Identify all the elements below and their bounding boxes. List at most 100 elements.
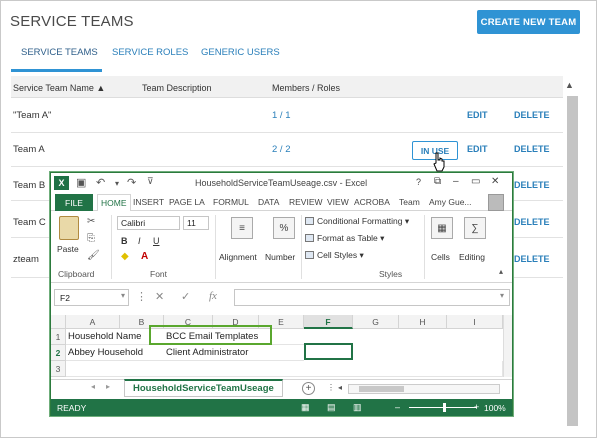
column-header[interactable]: I — [447, 315, 503, 329]
tab-team[interactable]: Team — [399, 197, 420, 207]
tab-acrobat[interactable]: ACROBA — [354, 197, 390, 207]
expand-formula-icon[interactable]: ▾ — [500, 291, 504, 300]
scroll-up-icon[interactable]: ▲ — [565, 80, 574, 90]
row-header[interactable]: 3 — [51, 361, 66, 377]
tab-page-layout[interactable]: PAGE LA — [169, 197, 205, 207]
fill-color-icon[interactable]: ◆ — [121, 251, 129, 262]
tab-generic-users[interactable]: GENERIC USERS — [201, 47, 280, 58]
format-painter-icon[interactable]: 🖌 — [87, 250, 100, 261]
editing-icon[interactable]: ∑ — [464, 217, 486, 239]
tab-view[interactable]: VIEW — [327, 197, 349, 207]
number-button[interactable]: Number — [265, 252, 295, 262]
font-color-icon[interactable]: A — [141, 251, 148, 262]
cell-c2[interactable]: Client Administrator — [164, 345, 304, 361]
formula-input[interactable] — [234, 289, 510, 306]
paste-button-label[interactable]: Paste — [57, 244, 79, 254]
name-box[interactable]: F2 — [54, 289, 129, 306]
name-box-dropdown-icon[interactable]: ▾ — [121, 291, 125, 300]
tab-insert[interactable]: INSERT — [133, 197, 164, 207]
create-new-team-button[interactable]: CREATE NEW TEAM — [477, 10, 580, 34]
ribbon-display-icon[interactable]: ⧉ — [434, 176, 441, 187]
restore-icon[interactable]: ▭ — [471, 176, 480, 187]
percent-icon[interactable]: % — [273, 217, 295, 239]
underline-button[interactable]: U — [153, 236, 160, 246]
collapse-ribbon-icon[interactable]: ▴ — [499, 267, 503, 276]
user-account[interactable]: Amy Gue... — [429, 197, 472, 207]
column-header-name[interactable]: Service Team Name ▲ — [13, 83, 105, 93]
insert-function-icon[interactable]: fx — [209, 290, 217, 302]
zoom-level[interactable]: 100% — [484, 403, 506, 413]
alignment-button[interactable]: Alignment — [219, 252, 257, 262]
close-icon[interactable]: ✕ — [491, 176, 499, 187]
hscroll-left-icon[interactable]: ◂ — [338, 383, 342, 392]
sheet-next-icon[interactable]: ▸ — [106, 382, 110, 391]
sheet-prev-icon[interactable]: ◂ — [91, 382, 95, 391]
spreadsheet-grid[interactable]: A B C D E F G H I 1 2 3 Household Name B… — [51, 315, 503, 377]
undo-icon[interactable]: ↶ — [96, 176, 105, 189]
select-all-corner[interactable] — [51, 315, 66, 329]
page-break-view-icon[interactable]: ▥ — [353, 402, 362, 413]
editing-button[interactable]: Editing — [459, 252, 485, 262]
horizontal-scrollbar[interactable] — [348, 384, 500, 394]
active-cell-f2[interactable] — [304, 343, 353, 360]
enter-icon[interactable]: ✓ — [181, 290, 190, 303]
font-size-select[interactable]: 11 — [183, 216, 209, 230]
conditional-formatting-button[interactable]: Conditional Formatting ▾ — [305, 216, 409, 227]
add-sheet-icon[interactable]: + — [302, 382, 315, 395]
help-icon[interactable]: ? — [416, 177, 421, 187]
column-header[interactable]: F — [304, 315, 353, 329]
tab-service-teams[interactable]: SERVICE TEAMS — [21, 47, 98, 58]
column-header[interactable]: H — [399, 315, 447, 329]
avatar[interactable] — [488, 194, 504, 211]
row-header[interactable]: 1 — [51, 329, 66, 345]
members-link[interactable]: 1 / 1 — [272, 110, 291, 121]
delete-button[interactable]: DELETE — [514, 217, 550, 227]
cells-icon[interactable]: ▦ — [431, 217, 453, 239]
scroll-thumb[interactable] — [359, 386, 404, 392]
page-scrollbar[interactable] — [567, 96, 578, 426]
sheet-tab[interactable]: HouseholdServiceTeamUseage — [124, 379, 283, 397]
tab-service-roles[interactable]: SERVICE ROLES — [112, 47, 188, 58]
zoom-in-icon[interactable]: + — [474, 402, 479, 412]
save-icon[interactable]: ▣ — [76, 176, 86, 189]
minimize-icon[interactable]: – — [453, 176, 459, 187]
tab-data[interactable]: DATA — [258, 197, 279, 207]
cut-icon[interactable]: ✂ — [87, 216, 95, 227]
customize-toolbar-icon[interactable]: ⊽ — [147, 176, 154, 187]
tab-home[interactable]: HOME — [97, 194, 131, 212]
edit-button[interactable]: EDIT — [467, 144, 488, 154]
group-divider — [301, 215, 302, 279]
format-as-table-button[interactable]: Format as Table ▾ — [305, 233, 384, 244]
members-link[interactable]: 2 / 2 — [272, 144, 291, 155]
sheet-bar: ◂ ▸ HouseholdServiceTeamUseage + ⋮ ◂ — [51, 379, 512, 397]
page-layout-view-icon[interactable]: ▤ — [327, 402, 336, 413]
row-3-cells[interactable] — [66, 361, 503, 377]
tab-file[interactable]: FILE — [55, 194, 93, 211]
paste-icon[interactable] — [59, 216, 79, 240]
normal-view-icon[interactable]: ▦ — [301, 402, 310, 413]
column-header[interactable]: A — [66, 315, 120, 329]
font-name-select[interactable]: Calibri — [117, 216, 180, 230]
row-header[interactable]: 2 — [51, 345, 66, 361]
delete-button[interactable]: DELETE — [514, 110, 550, 120]
alignment-icon[interactable]: ≡ — [231, 217, 253, 239]
tab-review[interactable]: REVIEW — [289, 197, 323, 207]
cell-a2[interactable]: Abbey Household — [66, 345, 164, 361]
cell-styles-button[interactable]: Cell Styles ▾ — [305, 250, 364, 261]
column-header[interactable]: G — [353, 315, 399, 329]
delete-button[interactable]: DELETE — [514, 254, 550, 264]
redo-icon[interactable]: ↷ — [127, 176, 136, 189]
tab-formulas[interactable]: FORMUL — [213, 197, 249, 207]
bold-button[interactable]: B — [121, 236, 128, 246]
copy-icon[interactable]: ⎘ — [87, 233, 95, 244]
undo-dropdown-icon[interactable]: ▾ — [115, 179, 119, 188]
zoom-slider-thumb[interactable] — [443, 403, 446, 412]
cells-button[interactable]: Cells — [431, 252, 450, 262]
cancel-icon[interactable]: ✕ — [155, 290, 164, 303]
edit-button[interactable]: EDIT — [467, 110, 488, 120]
delete-button[interactable]: DELETE — [514, 144, 550, 154]
zoom-out-icon[interactable]: – — [395, 402, 400, 412]
grid-scrollbar[interactable] — [503, 315, 512, 377]
delete-button[interactable]: DELETE — [514, 180, 550, 190]
italic-button[interactable]: I — [138, 236, 141, 246]
